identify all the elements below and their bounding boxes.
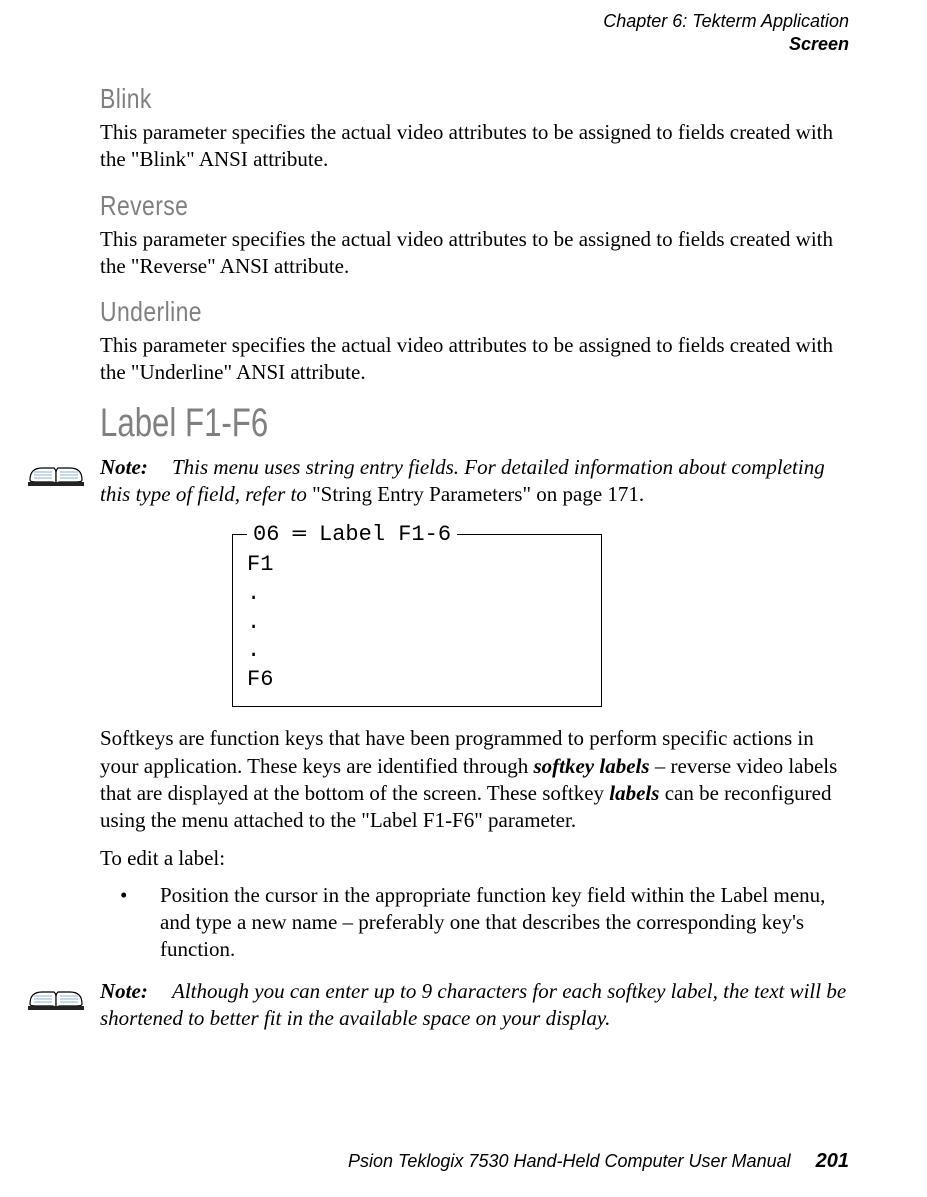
menu-line: F1 (247, 551, 587, 580)
menu-line: . (247, 637, 587, 666)
note-2-label: Note: (100, 978, 172, 1005)
heading-blink: Blink (100, 83, 714, 115)
header-section: Screen (78, 33, 849, 56)
menu-line: . (247, 580, 587, 609)
bullet-icon: • (100, 882, 160, 964)
note-2-body: Although you can enter up to 9 character… (100, 979, 846, 1030)
softkeys-em1: softkey labels (533, 754, 649, 778)
bullet-text: Position the cursor in the appropriate f… (160, 882, 849, 964)
list-item: • Position the cursor in the appropriate… (100, 882, 849, 964)
note-2-text: Note:Although you can enter up to 9 char… (100, 978, 849, 1033)
note-1-label: Note: (100, 454, 172, 481)
menu-line: . (247, 609, 587, 638)
book-icon (26, 970, 86, 1014)
edit-intro: To edit a label: (100, 845, 849, 872)
page-header: Chapter 6: Tekterm Application Screen (78, 10, 849, 55)
note-2: Note:Although you can enter up to 9 char… (100, 978, 849, 1033)
menu-line: F6 (247, 666, 587, 695)
page-footer: Psion Teklogix 7530 Hand-Held Computer U… (348, 1150, 849, 1173)
page: Chapter 6: Tekterm Application Screen Bl… (0, 0, 927, 1197)
menu-box-legend: 06 ═ Label F1-6 (247, 522, 457, 547)
book-icon (26, 446, 86, 490)
para-softkeys: Softkeys are function keys that have bee… (100, 725, 849, 834)
footer-title: Psion Teklogix 7530 Hand-Held Computer U… (348, 1151, 791, 1171)
note-1-ref: "String Entry Parameters" on page 171. (312, 482, 644, 506)
menu-box-container: 06 ═ Label F1-6 F1 . . . F6 (230, 522, 849, 707)
page-body: Blink This parameter specifies the actua… (78, 83, 849, 1032)
para-underline: This parameter specifies the actual vide… (100, 332, 849, 387)
para-blink: This parameter specifies the actual vide… (100, 119, 849, 174)
header-chapter: Chapter 6: Tekterm Application (78, 10, 849, 33)
heading-underline: Underline (100, 296, 714, 328)
note-1: Note:This menu uses string entry fields.… (100, 454, 849, 509)
heading-label-f1-f6: Label F1-F6 (100, 401, 684, 446)
page-number: 201 (816, 1150, 849, 1172)
menu-box: 06 ═ Label F1-6 F1 . . . F6 (232, 522, 602, 707)
heading-reverse: Reverse (100, 190, 714, 222)
para-reverse: This parameter specifies the actual vide… (100, 226, 849, 281)
softkeys-em2: labels (609, 781, 659, 805)
bullet-list: • Position the cursor in the appropriate… (100, 882, 849, 964)
note-1-text: Note:This menu uses string entry fields.… (100, 454, 849, 509)
